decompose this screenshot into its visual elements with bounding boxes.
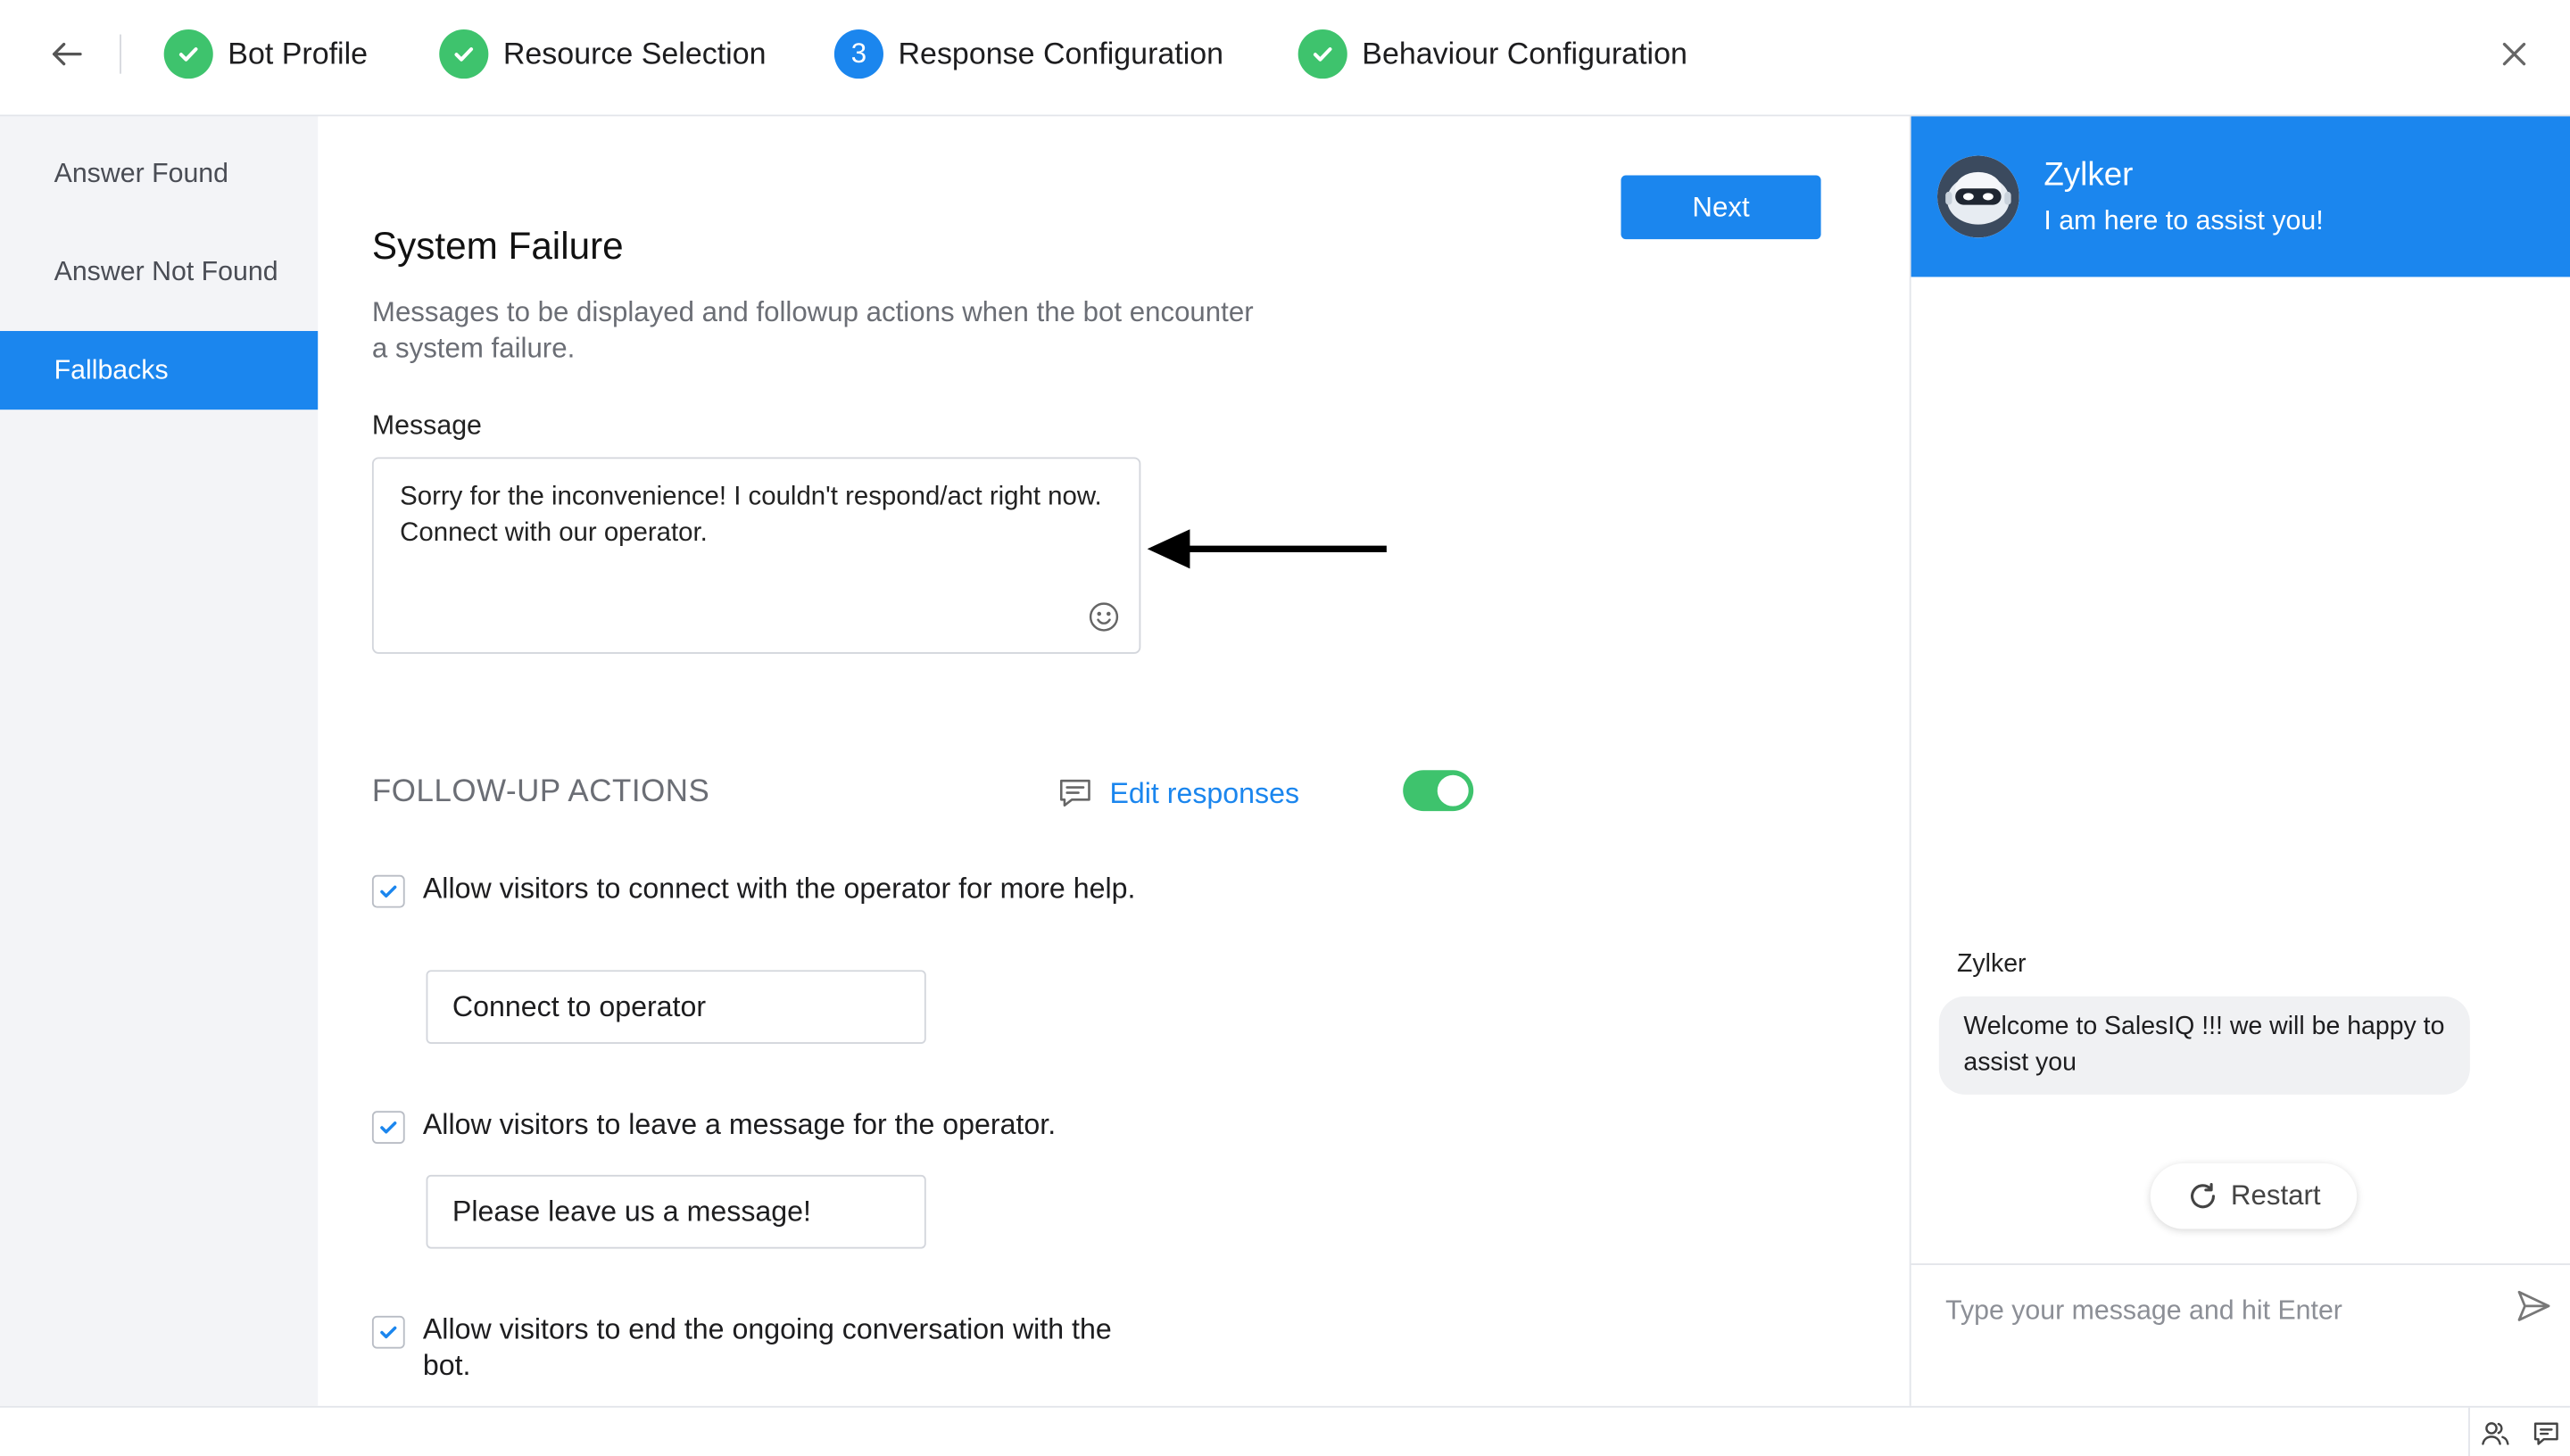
close-icon[interactable] xyxy=(2494,35,2533,74)
header-divider xyxy=(120,34,121,74)
bottom-status-bar xyxy=(0,1405,2570,1456)
left-sidebar: Answer Found Answer Not Found Fallbacks xyxy=(0,116,319,1406)
refresh-icon xyxy=(2191,1183,2216,1209)
bot-name: Zylker xyxy=(2044,157,2134,194)
chat-preview-panel: Zylker I am here to assist you! Zylker W… xyxy=(1909,116,2570,1406)
option-label: Allow visitors to leave a message for th… xyxy=(422,1107,1057,1141)
connect-operator-checkbox[interactable] xyxy=(371,874,405,908)
step-label: Response Configuration xyxy=(898,36,1224,70)
message-sender: Zylker xyxy=(1957,950,2027,979)
step-label: Behaviour Configuration xyxy=(1362,36,1687,70)
leave-message-checkbox[interactable] xyxy=(371,1111,405,1145)
option-leave-message: Allow visitors to leave a message for th… xyxy=(371,1106,1142,1145)
sidebar-item-answer-not-found[interactable]: Answer Not Found xyxy=(0,233,318,311)
restart-button[interactable]: Restart xyxy=(2150,1163,2358,1229)
option-connect-operator: Allow visitors to connect with the opera… xyxy=(371,870,1142,908)
bot-avatar xyxy=(1936,155,2019,238)
send-icon[interactable] xyxy=(2514,1286,2553,1326)
option-label: Allow visitors to connect with the opera… xyxy=(422,872,1136,905)
section-description: Messages to be displayed and followup ac… xyxy=(371,296,1254,364)
message-label: Message xyxy=(371,411,482,442)
chat-edit-icon xyxy=(1059,779,1090,807)
step-number-badge: 3 xyxy=(833,29,883,79)
option-label: Allow visitors to end the ongoing conver… xyxy=(422,1312,1112,1382)
step-label: Bot Profile xyxy=(228,36,369,70)
emoji-icon[interactable] xyxy=(1087,600,1122,634)
app-window: Bot Profile Resource Selection 3 Respons… xyxy=(0,0,2570,1456)
arrow-left-icon[interactable] xyxy=(47,35,87,74)
sidebar-item-fallbacks[interactable]: Fallbacks xyxy=(0,331,319,410)
followup-actions-heading: FOLLOW-UP ACTIONS xyxy=(371,774,710,810)
status-divider xyxy=(2468,1407,2470,1456)
check-icon xyxy=(439,29,489,79)
check-icon xyxy=(380,1121,397,1134)
step-behaviour-configuration[interactable]: Behaviour Configuration xyxy=(1297,28,1687,80)
robot-icon xyxy=(1936,155,2019,238)
end-conversation-checkbox[interactable] xyxy=(371,1315,405,1349)
check-icon xyxy=(163,29,213,79)
edit-responses-link[interactable]: Edit responses xyxy=(1057,772,1299,815)
step-bot-profile[interactable]: Bot Profile xyxy=(163,28,369,80)
step-label: Resource Selection xyxy=(502,36,767,70)
next-button[interactable]: Next xyxy=(1621,175,1821,240)
wizard-header: Bot Profile Resource Selection 3 Respons… xyxy=(0,0,2570,117)
check-icon xyxy=(380,1326,397,1339)
check-icon xyxy=(1297,29,1347,79)
option-end-conversation: Allow visitors to end the ongoing conver… xyxy=(371,1311,1142,1383)
connect-operator-input[interactable] xyxy=(426,970,926,1044)
bot-tagline: I am here to assist you! xyxy=(2044,206,2324,236)
sidebar-item-answer-found[interactable]: Answer Found xyxy=(0,135,318,213)
chat-icon[interactable] xyxy=(2531,1418,2562,1449)
edit-responses-label: Edit responses xyxy=(1109,775,1300,809)
arrow-left-annotation-icon xyxy=(1147,529,1387,569)
chat-composer xyxy=(1911,1263,2570,1406)
restart-label: Restart xyxy=(2230,1179,2321,1212)
step-response-configuration[interactable]: 3 Response Configuration xyxy=(833,28,1224,80)
users-icon[interactable] xyxy=(2480,1418,2511,1449)
step-resource-selection[interactable]: Resource Selection xyxy=(439,28,767,80)
page-title: System Failure xyxy=(371,224,624,268)
check-icon xyxy=(380,885,397,898)
chat-message-input[interactable] xyxy=(1945,1291,2487,1331)
toggle-knob xyxy=(1437,774,1469,807)
message-textarea[interactable]: Sorry for the inconvenience! I couldn't … xyxy=(371,457,1141,654)
leave-message-input[interactable] xyxy=(426,1174,926,1249)
chat-preview-header: Zylker I am here to assist you! xyxy=(1911,116,2570,277)
main-panel: Next System Failure Messages to be displ… xyxy=(318,116,1910,1406)
followup-toggle[interactable] xyxy=(1403,770,1474,812)
chat-bubble: Welcome to SalesIQ !!! we will be happy … xyxy=(1938,996,2470,1095)
